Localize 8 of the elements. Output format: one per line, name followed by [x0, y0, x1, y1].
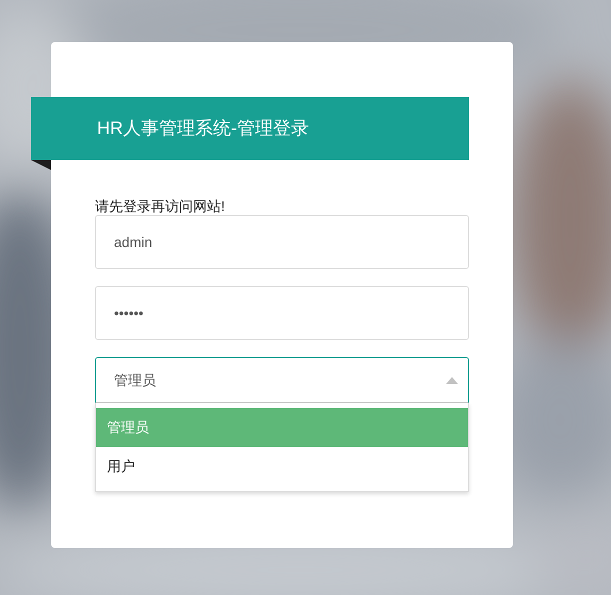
- login-notice: 请先登录再访问网站!: [95, 197, 226, 215]
- dropdown-option[interactable]: 用户: [96, 447, 468, 486]
- caret-icon: [446, 376, 458, 384]
- password-field[interactable]: ••••••: [95, 286, 469, 340]
- ribbon-fold-icon: [31, 160, 51, 170]
- role-select[interactable]: 管理员: [95, 357, 469, 403]
- username-field[interactable]: admin: [95, 215, 469, 269]
- login-title: HR人事管理系统-管理登录: [31, 97, 469, 160]
